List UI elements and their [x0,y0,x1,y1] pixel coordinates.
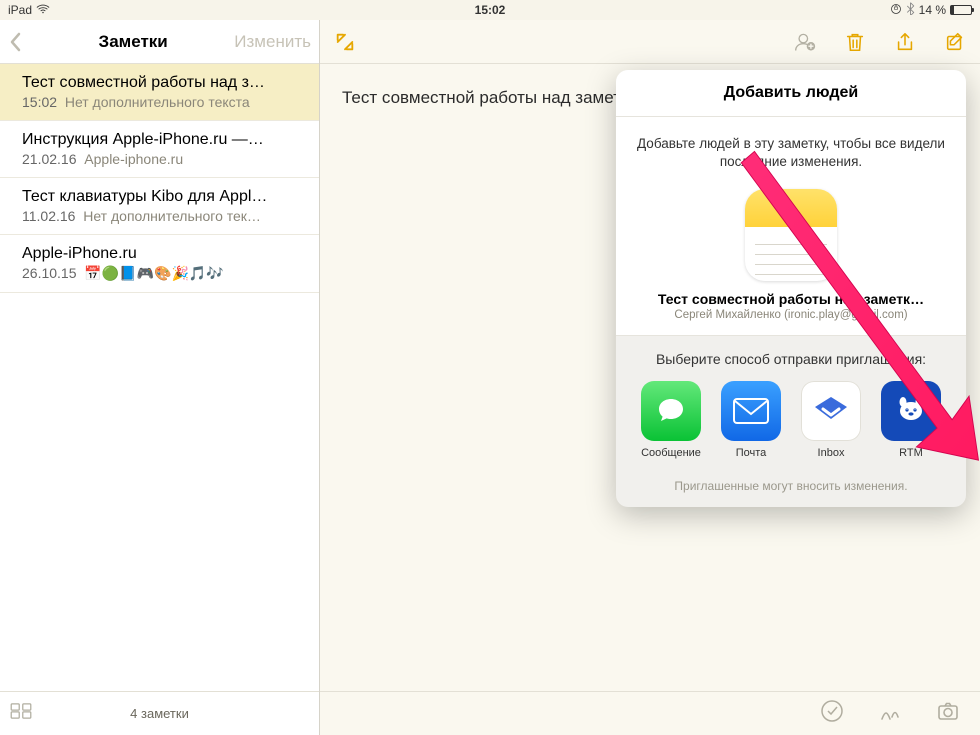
checklist-button[interactable] [820,699,844,728]
back-button[interactable] [8,32,32,52]
detail-footer [320,691,980,735]
mail-icon [721,381,781,441]
share-app-mail[interactable]: Почта [718,381,784,459]
wifi-icon [36,2,50,19]
camera-button[interactable] [936,699,960,728]
messages-icon [641,381,701,441]
notes-app-icon [745,189,837,281]
note-row-title: Тест совместной работы над з… [22,74,303,92]
popover-note-owner: Сергей Михайленко (ironic.play@gmail.com… [636,309,946,321]
share-app-row: Сообщение Почта Inbox [634,381,948,463]
compose-button[interactable] [944,31,966,53]
share-app-label: Почта [718,447,784,459]
note-row-title: Apple-iPhone.ru [22,245,303,263]
detail-toolbar [320,20,980,64]
popover-footer: Приглашенные могут вносить изменения. [616,469,966,507]
add-people-popover: Добавить людей Добавьте людей в эту заме… [616,70,966,507]
delete-button[interactable] [844,31,866,53]
share-app-messages[interactable]: Сообщение [638,381,704,459]
popover-description: Добавьте людей в эту заметку, чтобы все … [636,135,946,171]
share-app-label: Inbox [798,447,864,459]
note-list: Тест совместной работы над з… 15:02 Нет … [0,64,319,691]
share-app-rtm[interactable]: RTM [878,381,944,459]
note-row-date: 26.10.15 [22,265,77,281]
battery-percent: 14 % [919,3,946,17]
note-row-preview: Нет дополнительного тек… [83,208,261,224]
status-time: 15:02 [475,3,506,17]
note-row[interactable]: Тест совместной работы над з… 15:02 Нет … [0,64,319,121]
note-row[interactable]: Инструкция Apple-iPhone.ru —… 21.02.16 A… [0,121,319,178]
share-app-label: Сообщение [638,447,704,459]
note-row-title: Инструкция Apple-iPhone.ru —… [22,131,303,149]
add-people-button[interactable] [794,31,816,53]
edit-button[interactable]: Изменить [234,32,311,52]
share-app-label: RTM [878,447,944,459]
sidebar-header: Заметки Изменить [0,20,319,64]
popover-title: Добавить людей [616,70,966,117]
grid-view-button[interactable] [10,703,32,724]
sidebar: Заметки Изменить Тест совместной работы … [0,20,320,735]
note-row-preview: 📅🟢📘🎮🎨🎉🎵🎶 [84,265,223,281]
sidebar-title: Заметки [99,32,168,52]
status-bar: iPad 15:02 14 % [0,0,980,20]
note-row[interactable]: Apple-iPhone.ru 26.10.15 📅🟢📘🎮🎨🎉🎵🎶 [0,235,319,293]
expand-button[interactable] [334,31,356,53]
note-row-preview: Apple-iphone.ru [84,151,183,167]
share-app-inbox[interactable]: Inbox [798,381,864,459]
note-row-preview: Нет дополнительного текста [65,94,250,110]
orientation-lock-icon [890,3,902,18]
sketch-button[interactable] [878,699,902,728]
note-row-date: 15:02 [22,94,57,110]
popover-note-title: Тест совместной работы над заметк… [636,291,946,307]
device-label: iPad [8,3,32,17]
note-row-date: 21.02.16 [22,151,77,167]
popover-choose-label: Выберите способ отправки приглашения: [634,350,948,368]
note-row-title: Тест клавиатуры Kibo для Appl… [22,188,303,206]
battery-icon [950,5,972,15]
inbox-icon [801,381,861,441]
note-row[interactable]: Тест клавиатуры Kibo для Appl… 11.02.16 … [0,178,319,235]
bluetooth-icon [906,2,915,18]
note-detail: Тест совместной работы над заметк Добави… [320,20,980,735]
note-count: 4 заметки [130,706,189,721]
rtm-icon [881,381,941,441]
note-row-date: 11.02.16 [22,208,75,224]
sidebar-footer: 4 заметки [0,691,319,735]
share-button[interactable] [894,31,916,53]
